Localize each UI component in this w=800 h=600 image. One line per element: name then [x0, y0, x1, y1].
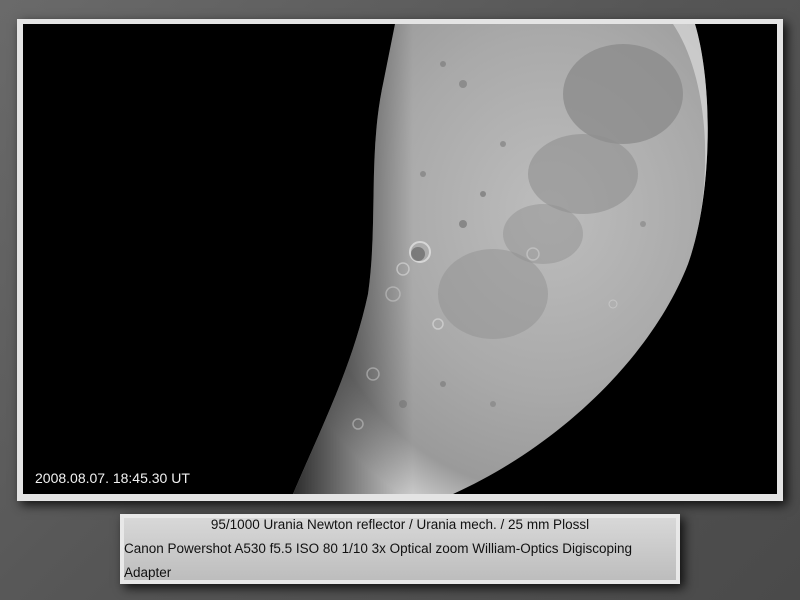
caption-line-camera: Canon Powershot A530 f5.5 ISO 80 1/10 3x…: [124, 541, 632, 580]
caption-box: 95/1000 Urania Newton reflector / Urania…: [124, 517, 676, 580]
photo-timestamp: 2008.08.07. 18:45.30 UT: [35, 470, 190, 486]
moon-photo: 2008.08.07. 18:45.30 UT: [23, 24, 777, 494]
moon-image: [293, 24, 708, 494]
caption-line-telescope: 95/1000 Urania Newton reflector / Urania…: [210, 517, 590, 532]
